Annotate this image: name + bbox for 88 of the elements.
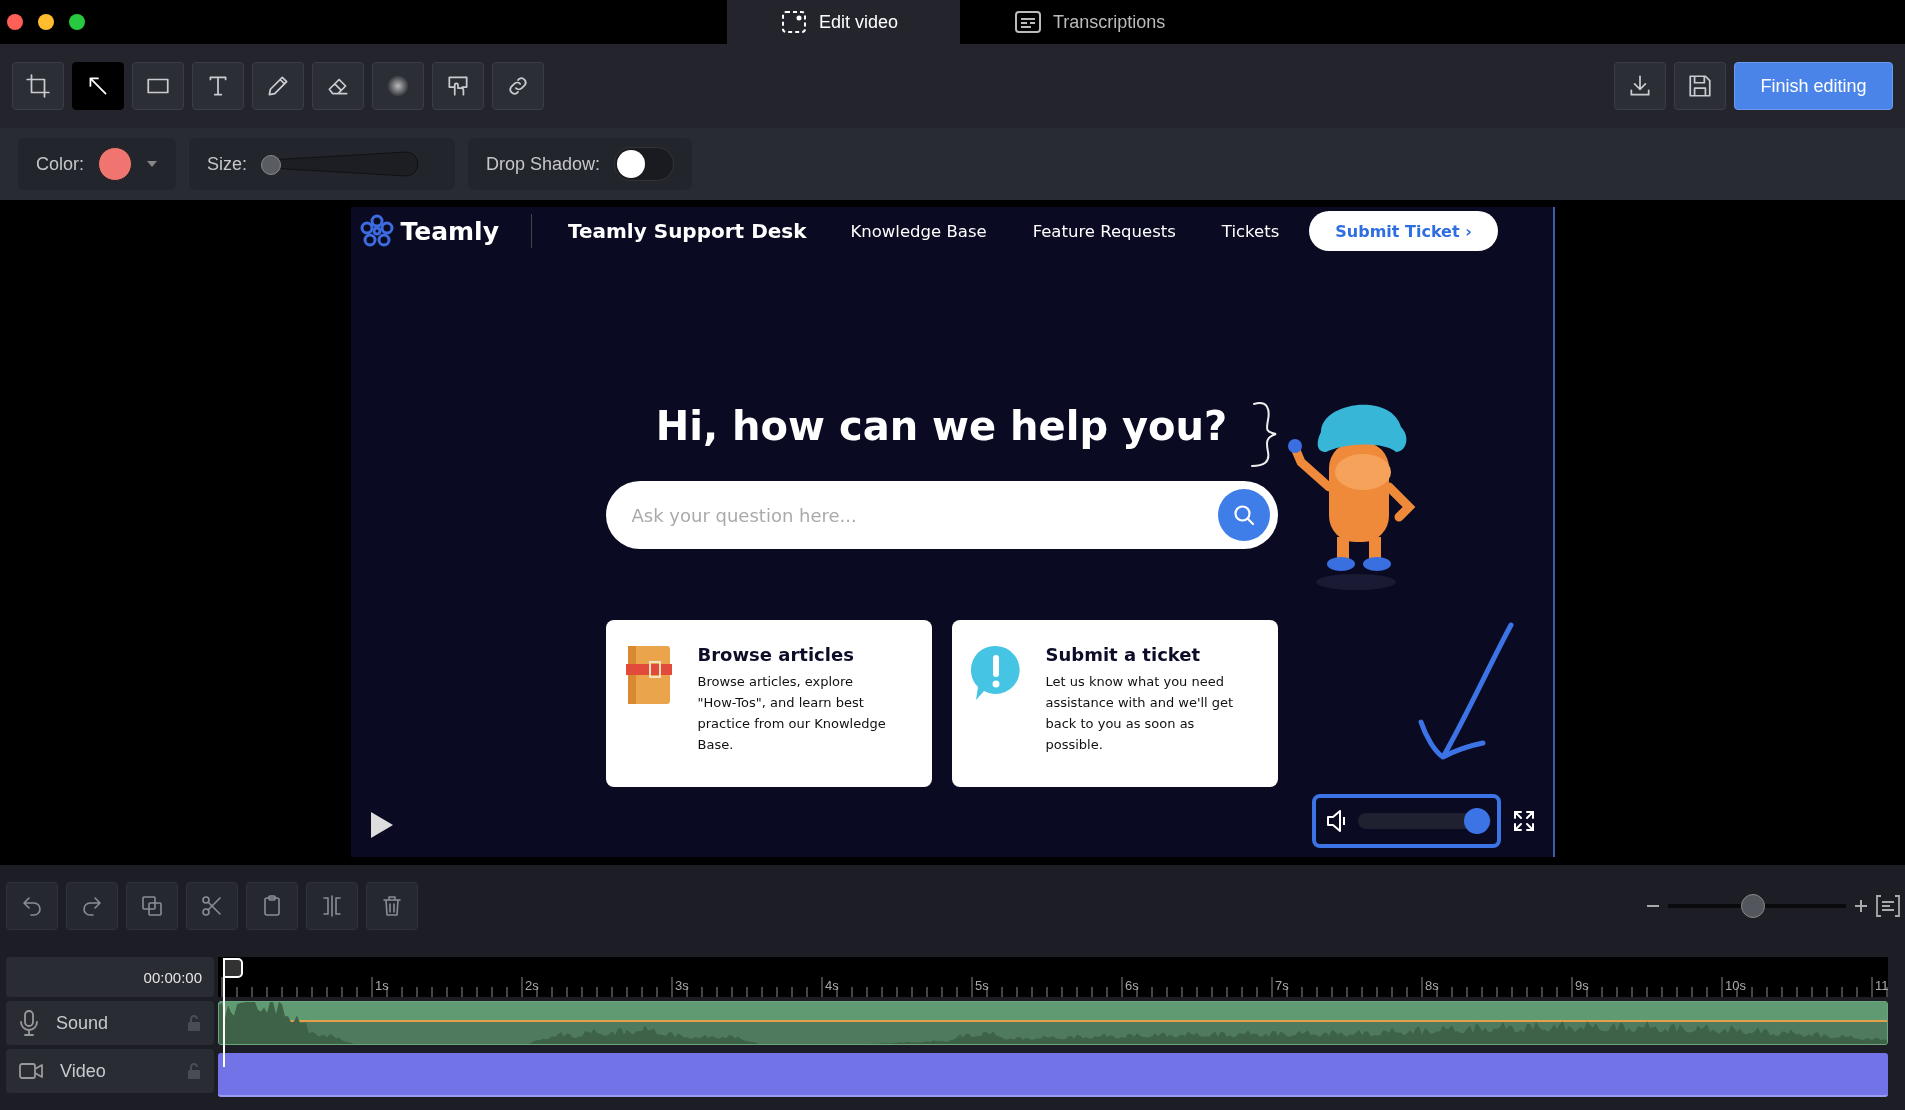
zoom-slider[interactable] [1668,894,1846,918]
save-button[interactable] [1674,62,1726,110]
toolbar-button[interactable] [366,882,418,930]
volume-slider-thumb[interactable] [1464,808,1491,834]
zoom-slider-thumb[interactable] [1741,894,1766,918]
track-label: Sound [56,1012,109,1034]
search-input[interactable]: Ask your question here... [629,503,1218,527]
audio-track[interactable] [218,1001,1888,1045]
size-slider-thumb[interactable] [261,155,282,175]
ruler-label: 4s [824,978,839,993]
tool-button[interactable] [252,62,304,110]
download-button[interactable] [1614,62,1666,110]
plus-icon[interactable] [1854,899,1868,913]
tool-button[interactable] [192,62,244,110]
ruler-label: 11 [1874,978,1889,993]
tool-button[interactable] [12,62,64,110]
toolbar-button[interactable] [66,882,118,930]
finish-editing-button[interactable]: Finish editing [1734,62,1893,110]
tool-button[interactable] [432,62,484,110]
fullscreen-icon[interactable] [1512,810,1535,832]
nav-link[interactable]: Knowledge Base [850,221,987,241]
ruler-label: 1s [374,978,389,993]
ruler-label: 9s [1574,978,1589,993]
ruler-label: 2s [524,978,539,993]
tool-button[interactable] [72,62,124,110]
color-swatch[interactable] [98,147,132,181]
fit-timeline-icon[interactable] [1876,895,1900,917]
tool-button[interactable] [132,62,184,110]
ruler-label: 5s [974,978,989,993]
ruler-label: 8s [1424,978,1439,993]
track-label: Video [60,1060,106,1082]
option-card[interactable]: Submit a ticket Let us know what you need assistance with and we'll get back to you as soon as possible. [951,620,1278,787]
subtitles-icon [1015,11,1041,33]
undo-icon [20,894,44,918]
video-camera-icon [18,1061,44,1081]
toolbar-button[interactable] [126,882,178,930]
ruler-label: 3s [674,978,689,993]
ruler-label: 7s [1274,978,1289,993]
ruler-label: 10s [1724,978,1746,993]
size-label: Size: [207,153,248,175]
size-slider[interactable] [261,151,422,177]
card-title: Submit a ticket [1045,644,1202,665]
redo-icon [80,894,104,918]
search-button[interactable] [1217,489,1270,541]
tool-button[interactable] [492,62,544,110]
copy-icon [140,894,164,918]
submit-ticket-button[interactable]: Submit Ticket › [1309,211,1498,251]
crop-icon [25,73,51,99]
drop-shadow-toggle[interactable] [614,147,674,181]
tool-button[interactable] [312,62,364,110]
tab[interactable]: Edit video [727,0,960,44]
toolbar-button[interactable] [246,882,298,930]
volume-slider[interactable] [1357,808,1491,834]
play-icon[interactable] [368,810,395,840]
nav-link[interactable]: Feature Requests [1032,221,1176,241]
nav-link[interactable]: Tickets [1221,221,1280,241]
site-title: Teamly Support Desk [568,219,807,243]
speaker-icon[interactable] [1325,809,1348,833]
toolbar-button[interactable] [306,882,358,930]
book-icon [623,644,674,706]
selection-frame-icon [781,10,807,34]
caret-icon[interactable] [146,160,158,168]
color-label: Color: [36,153,84,175]
search-field[interactable]: Ask your question here... [605,481,1278,549]
window-control[interactable] [69,14,85,30]
toolbar-button[interactable] [186,882,238,930]
split-icon [320,894,344,918]
card-title: Browse articles [697,644,855,665]
card-text: Browse articles, explore "How-Tos", and learn best practice from our Knowledge Base. [697,673,887,754]
flower-logo-icon [358,214,395,248]
option-card[interactable]: Browse articles Browse articles, explore "How-Tos", and learn best practice from our Knowledge Base. [605,620,932,787]
timecode: 00:00:00 [143,968,202,986]
microphone-icon [18,1009,40,1037]
blur-icon [385,73,411,99]
ruler-label: 6s [1124,978,1139,993]
window-control[interactable] [38,14,54,30]
hand-card-icon [445,73,471,99]
headline: Hi, how can we help you? [655,403,1228,451]
card-text: Let us know what you need assistance with and we'll get back to you as soon as possible. [1045,673,1235,754]
scissors-icon [200,894,224,918]
toolbar-button[interactable] [6,882,58,930]
site-logo[interactable]: Teamly [400,216,499,246]
video-track[interactable] [218,1053,1888,1097]
trash-icon [380,894,404,918]
drop-shadow-label: Drop Shadow: [486,153,601,175]
window-control[interactable] [7,14,23,30]
download-icon [1627,73,1653,99]
search-icon [1231,503,1256,527]
